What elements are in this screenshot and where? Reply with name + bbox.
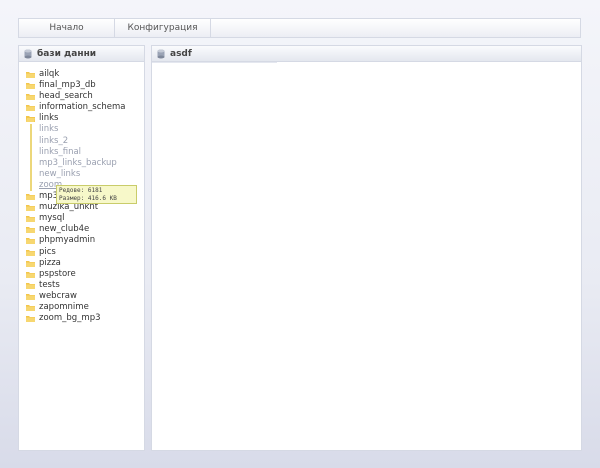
databases-panel-header: бази данни (19, 46, 144, 62)
tree-item[interactable]: ailqk (26, 69, 126, 80)
folder-icon (26, 305, 35, 312)
database-icon (24, 49, 32, 58)
table-item[interactable]: links_2 (39, 136, 126, 147)
table-item[interactable]: links (39, 124, 126, 135)
table-item[interactable]: links_final (39, 147, 126, 158)
rows-value: 6181 (87, 187, 103, 194)
folder-icon (26, 271, 35, 278)
tree-item[interactable]: mysql (26, 213, 126, 224)
content-panel-header: asdf (152, 46, 581, 62)
open-folder-icon (26, 116, 35, 123)
tree-item[interactable]: zoom_bg_mp3 (26, 313, 126, 324)
tree-item[interactable]: pics (26, 247, 126, 258)
table-item[interactable]: new_links (39, 169, 126, 180)
folder-icon (26, 194, 35, 201)
tree-item[interactable]: new_club4e (26, 224, 126, 235)
tooltip-size: Размер: 416.6 KB (59, 195, 134, 203)
tree-item[interactable]: zapomnime (26, 302, 126, 313)
home-tab[interactable]: Начало (19, 19, 115, 37)
tooltip-rows: Редове: 6181 (59, 187, 134, 195)
folder-icon (26, 72, 35, 79)
size-label: Размер: (59, 195, 85, 202)
header-underline (152, 62, 277, 63)
table-info-tooltip: Редове: 6181 Размер: 416.6 KB (56, 185, 137, 204)
folder-icon (26, 83, 35, 90)
folder-icon (26, 227, 35, 234)
table-subtree: links links_2 links_final mp3_links_back… (26, 124, 126, 192)
content-panel: asdf (151, 45, 582, 451)
table-item[interactable]: mp3_links_backup (39, 158, 126, 169)
databases-panel: бази данни ailqk final_mp3_db head_searc… (18, 45, 145, 451)
rows-label: Редове: (59, 187, 85, 194)
folder-icon (26, 94, 35, 101)
top-navigation-bar: Начало Конфигурация (18, 18, 581, 38)
tree-item[interactable]: phpmyadmin (26, 235, 126, 246)
tree-item[interactable]: tests (26, 280, 126, 291)
folder-icon (26, 282, 35, 289)
database-icon (157, 49, 165, 58)
folder-icon (26, 249, 35, 256)
folder-icon (26, 293, 35, 300)
folder-icon (26, 205, 35, 212)
databases-panel-title: бази данни (37, 48, 97, 59)
folder-icon (26, 260, 35, 267)
table-list: links links_2 links_final mp3_links_back… (30, 124, 126, 192)
folder-icon (26, 105, 35, 112)
tree-item[interactable]: pspstore (26, 269, 126, 280)
content-panel-title: asdf (170, 48, 192, 59)
tree-item[interactable]: pizza (26, 258, 126, 269)
size-value: 416.6 KB (87, 195, 117, 202)
tree-item-expanded[interactable]: links (26, 113, 126, 124)
tree-item[interactable]: head_search (26, 91, 126, 102)
tree-item[interactable]: webcraw (26, 291, 126, 302)
tree-item[interactable]: final_mp3_db (26, 80, 126, 91)
folder-icon (26, 238, 35, 245)
folder-icon (26, 316, 35, 323)
tree-item[interactable]: information_schema (26, 102, 126, 113)
folder-icon (26, 216, 35, 223)
configuration-tab[interactable]: Конфигурация (115, 19, 211, 37)
